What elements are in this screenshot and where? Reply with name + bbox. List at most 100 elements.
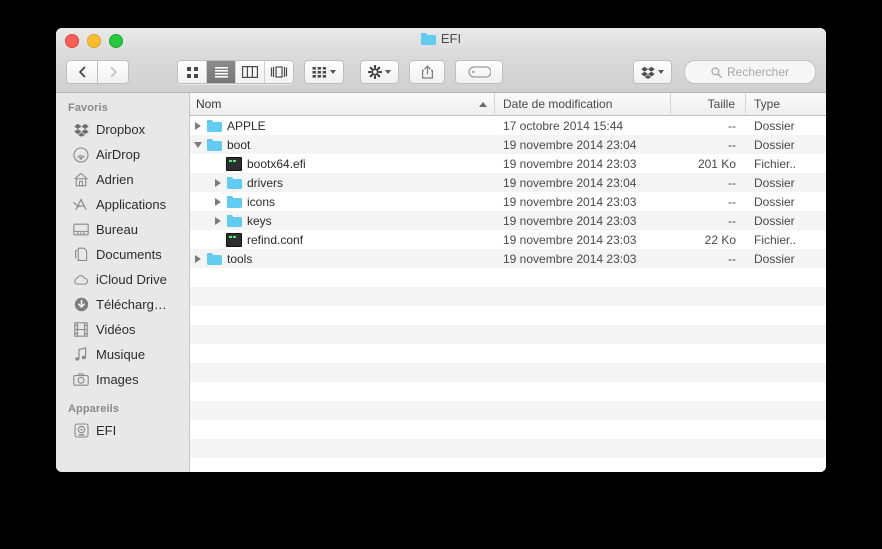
traffic-lights <box>65 34 123 48</box>
column-header-size-label: Taille <box>707 97 735 111</box>
sidebar-item-efi[interactable]: EFI <box>56 418 189 443</box>
column-header-type-label: Type <box>754 97 781 111</box>
sidebar-item-label: EFI <box>96 423 117 438</box>
list-view-button[interactable] <box>207 61 236 83</box>
sidebar-item-applications[interactable]: Applications <box>56 192 189 217</box>
table-row[interactable]: boot 19 novembre 2014 23:04 -- Dossier <box>190 135 826 154</box>
sidebar: Favoris Dropbox AirDrop Adrien Applicati… <box>56 93 190 472</box>
column-header-size[interactable]: Taille <box>671 93 746 115</box>
disclosure-triangle-collapsed[interactable] <box>190 121 206 130</box>
sidebar-item-label: AirDrop <box>96 147 141 162</box>
disclosure-triangle-collapsed[interactable] <box>210 178 226 187</box>
table-row[interactable]: refind.conf 19 novembre 2014 23:03 22 Ko… <box>190 230 826 249</box>
coverflow-icon <box>270 66 288 78</box>
column-view-button[interactable] <box>236 61 265 83</box>
row-name: drivers <box>247 175 284 190</box>
sidebar-item-musique[interactable]: Musique <box>56 342 189 367</box>
table-row[interactable]: APPLE 17 octobre 2014 15:44 -- Dossier <box>190 116 826 135</box>
sidebar-item-bureau[interactable]: Bureau <box>56 217 189 242</box>
sidebar-item-icloud-drive[interactable]: iCloud Drive <box>56 267 189 292</box>
coverflow-view-button[interactable] <box>265 61 293 83</box>
airdrop-icon <box>73 146 89 163</box>
window-title-text: EFI <box>440 31 462 46</box>
table-row[interactable]: tools 19 novembre 2014 23:03 -- Dossier <box>190 249 826 268</box>
row-type: Dossier <box>754 194 795 209</box>
icon-view-button[interactable] <box>178 61 207 83</box>
row-date: 17 octobre 2014 15:44 <box>503 118 624 133</box>
toolbar: Rechercher <box>56 52 826 93</box>
folder-icon <box>226 195 242 208</box>
empty-row <box>190 325 826 344</box>
sort-ascending-icon <box>479 101 487 107</box>
share-button[interactable] <box>409 60 445 84</box>
efi-file-icon <box>226 156 242 171</box>
sidebar-item-videos[interactable]: Vidéos <box>56 317 189 342</box>
sidebar-item-telechargements[interactable]: Télécharg… <box>56 292 189 317</box>
row-name: icons <box>247 194 276 209</box>
empty-row <box>190 344 826 363</box>
dropbox-icon <box>73 122 89 138</box>
dropbox-menu-button[interactable] <box>633 60 672 84</box>
disclosure-triangle-collapsed[interactable] <box>210 197 226 206</box>
row-name: tools <box>227 251 253 266</box>
column-header-date[interactable]: Date de modification <box>495 93 671 115</box>
empty-row <box>190 420 826 439</box>
row-date: 19 novembre 2014 23:04 <box>503 175 637 190</box>
table-row[interactable]: bootx64.efi 19 novembre 2014 23:03 201 K… <box>190 154 826 173</box>
arrange-by-button[interactable] <box>304 60 344 84</box>
row-name-cell: boot <box>190 135 495 154</box>
window-body: Favoris Dropbox AirDrop Adrien Applicati… <box>56 93 826 472</box>
view-mode-segmented-control <box>177 60 294 84</box>
disk-icon <box>73 423 89 439</box>
row-type: Fichier.. <box>754 232 797 247</box>
sidebar-item-adrien[interactable]: Adrien <box>56 167 189 192</box>
sidebar-item-label: Musique <box>96 347 146 362</box>
row-date: 19 novembre 2014 23:03 <box>503 213 637 228</box>
column-header-name[interactable]: Nom <box>190 93 495 115</box>
row-date: 19 novembre 2014 23:03 <box>503 194 637 209</box>
sidebar-item-dropbox[interactable]: Dropbox <box>56 117 189 142</box>
nav-buttons <box>66 60 129 84</box>
back-button[interactable] <box>66 60 97 84</box>
forward-button[interactable] <box>97 60 129 84</box>
empty-row <box>190 306 826 325</box>
column-header-type[interactable]: Type <box>746 93 826 115</box>
applications-icon <box>73 197 89 213</box>
file-rows: APPLE 17 octobre 2014 15:44 -- Dossier b… <box>190 116 826 472</box>
row-type: Dossier <box>754 118 795 133</box>
sidebar-item-images[interactable]: Images <box>56 367 189 392</box>
row-type: Dossier <box>754 175 795 190</box>
gear-icon <box>368 65 382 79</box>
row-type: Dossier <box>754 137 795 152</box>
tag-button[interactable] <box>455 60 503 84</box>
disclosure-triangle-expanded[interactable] <box>190 141 206 148</box>
chevron-down-icon <box>658 70 664 74</box>
chevron-down-icon <box>330 70 336 74</box>
row-size: -- <box>728 194 736 209</box>
table-row[interactable]: keys 19 novembre 2014 23:03 -- Dossier <box>190 211 826 230</box>
disclosure-triangle-collapsed[interactable] <box>210 216 226 225</box>
row-type: Dossier <box>754 213 795 228</box>
documents-icon <box>73 247 89 263</box>
row-size: -- <box>728 213 736 228</box>
row-name-cell: tools <box>190 249 495 268</box>
action-menu-button[interactable] <box>360 60 399 84</box>
maximize-button[interactable] <box>109 34 123 48</box>
row-name-cell: bootx64.efi <box>190 154 495 173</box>
row-name: keys <box>247 213 272 228</box>
window-titlebar: EFI <box>56 28 826 52</box>
search-icon <box>711 66 722 78</box>
table-row[interactable]: icons 19 novembre 2014 23:03 -- Dossier <box>190 192 826 211</box>
disclosure-triangle-collapsed[interactable] <box>190 254 206 263</box>
table-row[interactable]: drivers 19 novembre 2014 23:04 -- Dossie… <box>190 173 826 192</box>
search-input[interactable]: Rechercher <box>684 60 816 84</box>
sidebar-item-documents[interactable]: Documents <box>56 242 189 267</box>
sidebar-item-airdrop[interactable]: AirDrop <box>56 142 189 167</box>
minimize-button[interactable] <box>87 34 101 48</box>
close-button[interactable] <box>65 34 79 48</box>
row-size: 201 Ko <box>697 156 736 171</box>
sidebar-item-label: Dropbox <box>96 122 146 137</box>
finder-window: EFI Rechercher Favoris Dropbox AirDrop A… <box>56 28 826 472</box>
row-name: boot <box>227 137 251 152</box>
dropbox-icon <box>641 66 655 79</box>
